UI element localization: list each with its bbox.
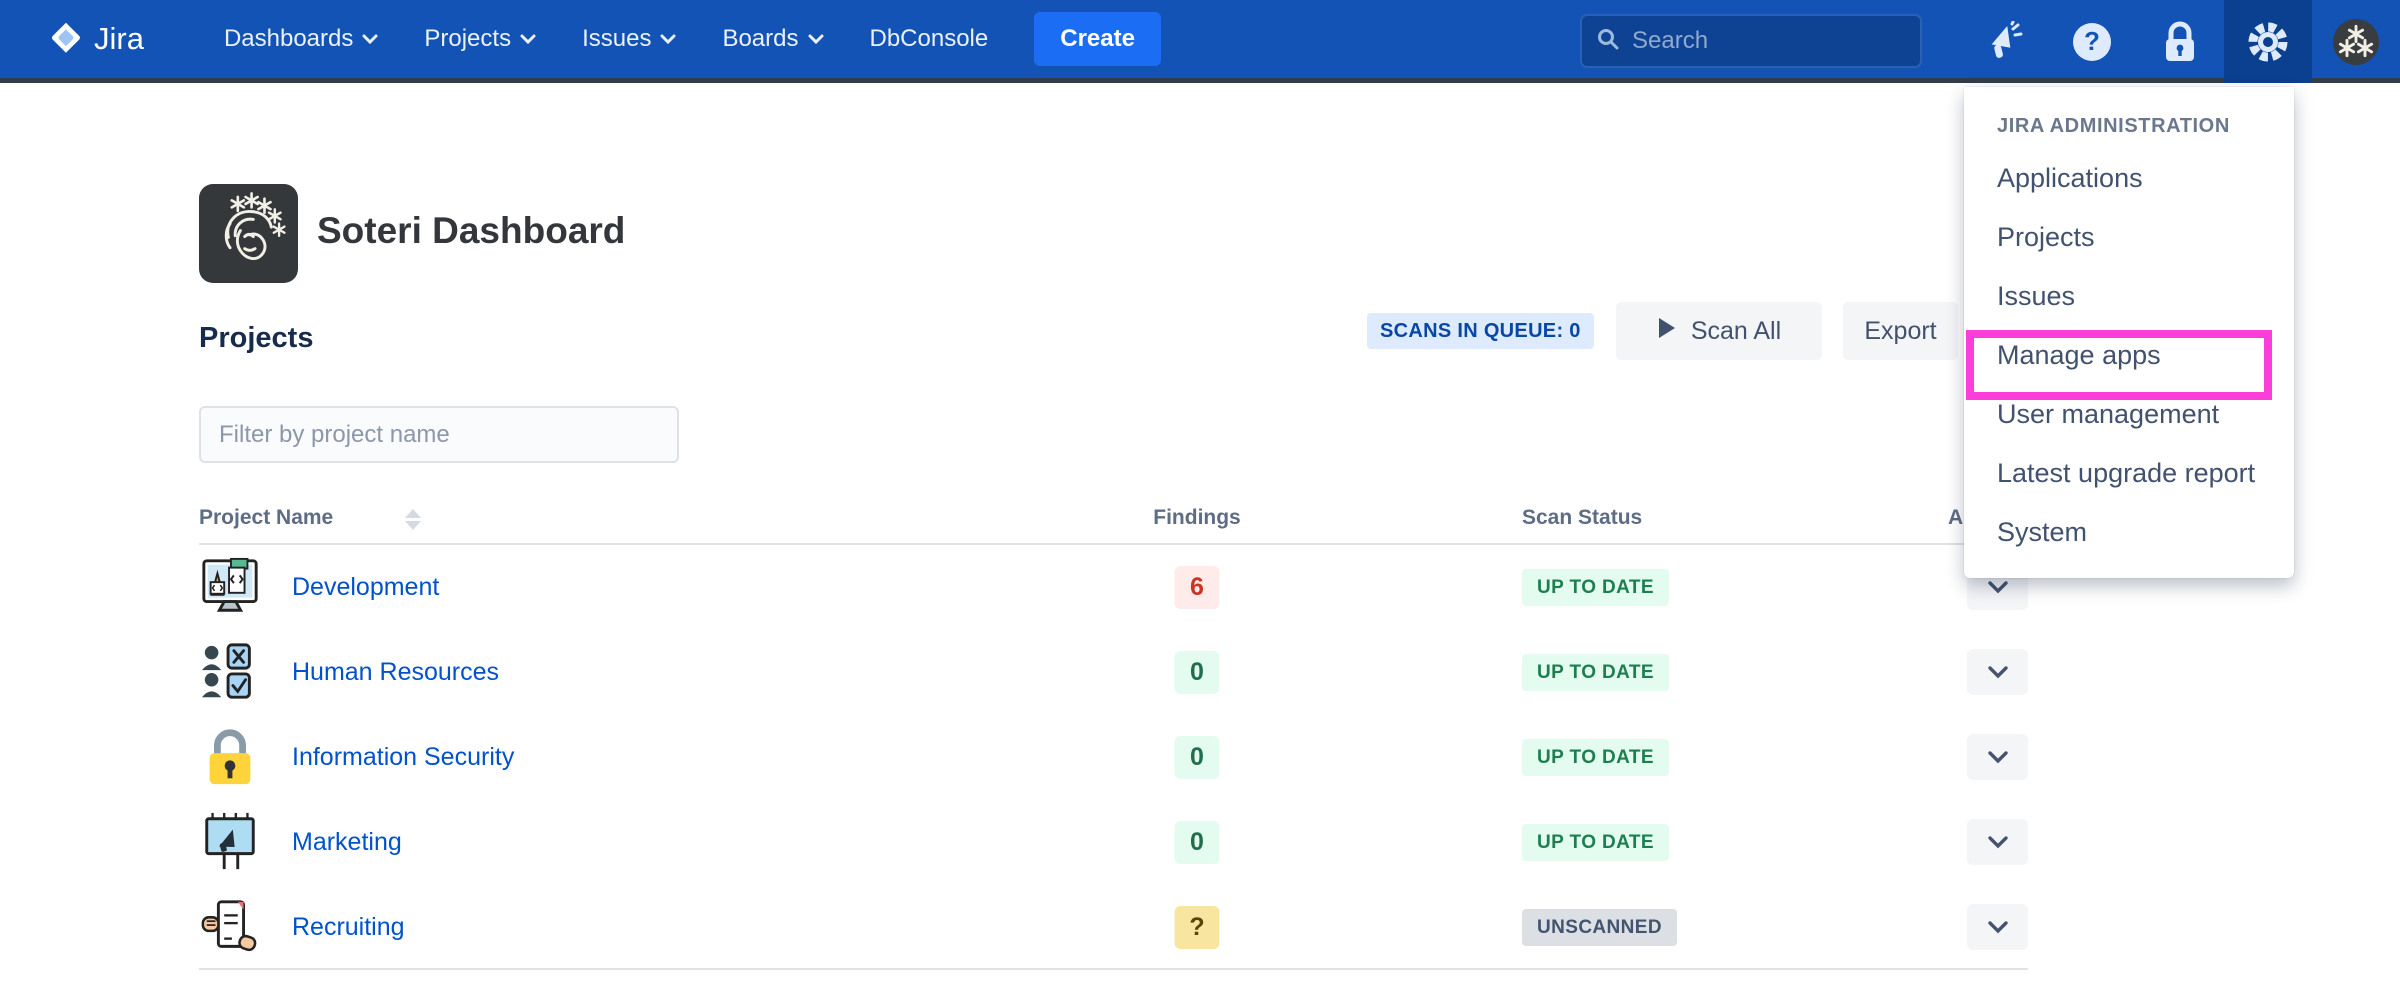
nav-item-dashboards[interactable]: Dashboards <box>224 25 378 53</box>
status-badge: UP TO DATE <box>1522 824 1669 861</box>
projects-table: Project Name Findings Scan Status Action… <box>199 500 2028 970</box>
table-header: Project Name Findings Scan Status Action… <box>199 500 2028 545</box>
table-row: Development 6 UP TO DATE <box>199 545 2028 630</box>
create-button[interactable]: Create <box>1034 12 1161 66</box>
soteri-app-icon <box>199 184 298 283</box>
chevron-down-icon <box>660 34 676 45</box>
chevron-down-icon <box>520 34 536 45</box>
menu-item-projects[interactable]: Projects <box>1964 208 2294 267</box>
column-scan-status: Scan Status <box>1522 506 1642 530</box>
search-icon <box>1596 27 1620 56</box>
menu-item-system[interactable]: System <box>1964 503 2294 562</box>
scan-all-button[interactable]: Scan All <box>1616 302 1822 360</box>
column-findings: Findings <box>1147 506 1247 530</box>
nav-item-projects[interactable]: Projects <box>424 25 536 53</box>
row-actions-button[interactable] <box>1967 649 2028 695</box>
projects-heading: Projects <box>199 322 313 355</box>
nav-item-boards[interactable]: Boards <box>722 25 823 53</box>
play-icon <box>1657 316 1677 347</box>
row-actions-button[interactable] <box>1967 819 2028 865</box>
jira-logo-icon <box>46 18 84 61</box>
page-title: Soteri Dashboard <box>317 210 625 252</box>
project-link[interactable]: Marketing <box>292 828 402 857</box>
column-project-name: Project Name <box>199 506 333 530</box>
handshake-document-icon <box>199 896 261 958</box>
nav-icon-group: ? <box>1960 0 2400 83</box>
menu-item-manage-apps[interactable]: Manage apps <box>1964 326 2294 385</box>
admin-menu-heading: JIRA ADMINISTRATION <box>1964 109 2294 143</box>
project-link[interactable]: Recruiting <box>292 913 405 942</box>
people-checklist-icon <box>199 641 261 703</box>
status-badge: UP TO DATE <box>1522 654 1669 691</box>
menu-item-latest-upgrade-report[interactable]: Latest upgrade report <box>1964 444 2294 503</box>
nav-item-dbconsole[interactable]: DbConsole <box>870 25 989 53</box>
jira-logo[interactable]: Jira <box>46 18 144 61</box>
findings-badge: 0 <box>1175 736 1220 779</box>
findings-badge: 6 <box>1175 566 1220 609</box>
findings-badge: 0 <box>1175 821 1220 864</box>
development-monitor-icon <box>199 556 261 618</box>
lock-icon[interactable] <box>2136 0 2224 83</box>
project-link[interactable]: Development <box>292 573 439 602</box>
row-actions-button[interactable] <box>1967 734 2028 780</box>
user-avatar[interactable] <box>2312 0 2400 83</box>
menu-item-applications[interactable]: Applications <box>1964 149 2294 208</box>
status-badge: UNSCANNED <box>1522 909 1677 946</box>
status-badge: UP TO DATE <box>1522 569 1669 606</box>
scans-in-queue-badge: SCANS IN QUEUE: 0 <box>1367 313 1594 349</box>
brand-name: Jira <box>94 21 144 57</box>
padlock-icon <box>199 726 261 788</box>
billboard-megaphone-icon <box>199 811 261 873</box>
table-row: Marketing 0 UP TO DATE <box>199 800 2028 885</box>
announcement-megaphone-icon[interactable] <box>1960 0 2048 83</box>
help-icon[interactable]: ? <box>2048 0 2136 83</box>
findings-badge: 0 <box>1175 651 1220 694</box>
jira-page: Jira Dashboards Projects Issues Boards D… <box>0 0 2400 993</box>
top-nav: Jira Dashboards Projects Issues Boards D… <box>0 0 2400 83</box>
search-box[interactable] <box>1580 14 1922 68</box>
row-actions-button[interactable] <box>1967 904 2028 950</box>
export-button[interactable]: Export <box>1843 302 1958 360</box>
project-link[interactable]: Information Security <box>292 743 514 772</box>
jira-administration-menu: JIRA ADMINISTRATION Applications Project… <box>1964 87 2294 578</box>
chevron-down-icon <box>362 34 378 45</box>
status-badge: UP TO DATE <box>1522 739 1669 776</box>
table-row: Recruiting ? UNSCANNED <box>199 885 2028 970</box>
menu-item-issues[interactable]: Issues <box>1964 267 2294 326</box>
settings-gear-icon[interactable] <box>2224 0 2312 83</box>
nav-menu: Dashboards Projects Issues Boards DbCons… <box>224 25 988 53</box>
project-link[interactable]: Human Resources <box>292 658 499 687</box>
sort-icon[interactable] <box>405 509 421 530</box>
chevron-down-icon <box>808 34 824 45</box>
nav-item-issues[interactable]: Issues <box>582 25 676 53</box>
table-row: Information Security 0 UP TO DATE <box>199 715 2028 800</box>
search-input[interactable] <box>1632 27 1882 55</box>
menu-item-user-management[interactable]: User management <box>1964 385 2294 444</box>
findings-badge: ? <box>1175 906 1220 949</box>
filter-input[interactable] <box>199 406 679 463</box>
table-row: Human Resources 0 UP TO DATE <box>199 630 2028 715</box>
